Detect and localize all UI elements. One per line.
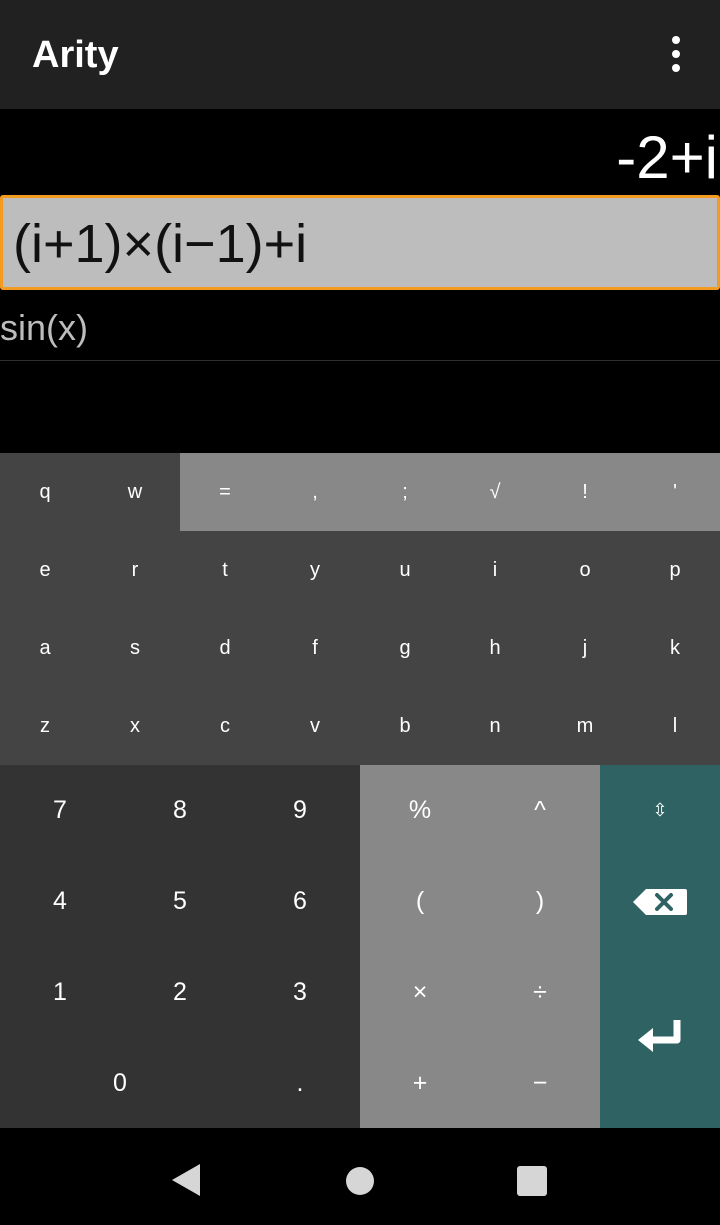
letter-key[interactable]: d (180, 609, 270, 687)
letter-key[interactable]: , (270, 453, 360, 531)
digit-key[interactable]: 1 (0, 947, 120, 1038)
letter-key[interactable]: ' (630, 453, 720, 531)
letter-key[interactable]: c (180, 687, 270, 765)
letter-key[interactable]: e (0, 531, 90, 609)
letter-key[interactable]: = (180, 453, 270, 531)
history-divider (0, 360, 720, 361)
letter-key[interactable]: i (450, 531, 540, 609)
system-navigation-bar (0, 1128, 720, 1225)
enter-key[interactable] (600, 947, 720, 1128)
letter-key[interactable]: q (0, 453, 90, 531)
enter-icon (635, 1018, 685, 1058)
recents-square-icon[interactable] (516, 1165, 548, 1197)
digit-key-zero[interactable]: 0 (0, 1038, 240, 1129)
digit-key[interactable]: 5 (120, 856, 240, 947)
letter-key[interactable]: √ (450, 453, 540, 531)
letter-key[interactable]: ; (360, 453, 450, 531)
letter-key[interactable]: n (450, 687, 540, 765)
letter-keyboard: q w =,; √! ' e r t y u i o p a s d f g h j k z x c v b n m l (0, 453, 720, 765)
digit-key[interactable]: 4 (0, 856, 120, 947)
decimal-point-key[interactable]: . (240, 1038, 360, 1129)
letter-key[interactable]: s (90, 609, 180, 687)
letter-key[interactable]: m (540, 687, 630, 765)
letter-key[interactable]: w (90, 453, 180, 531)
digit-key[interactable]: 6 (240, 856, 360, 947)
app-bar: Arity (0, 0, 720, 109)
shift-key[interactable]: ⇳ (600, 765, 720, 856)
letter-key[interactable]: ! (540, 453, 630, 531)
backspace-key[interactable] (600, 856, 720, 947)
letter-key[interactable]: p (630, 531, 720, 609)
app-title: Arity (32, 34, 119, 76)
digit-key[interactable]: 9 (240, 765, 360, 856)
letter-key[interactable]: g (360, 609, 450, 687)
letter-key[interactable]: h (450, 609, 540, 687)
numeric-keypad: 7 8 9 4 5 6 1 2 3 0.% ^() × ÷ + − ⇳ (0, 765, 720, 1128)
letter-key[interactable]: l (630, 687, 720, 765)
letter-key[interactable]: o (540, 531, 630, 609)
letter-key[interactable]: b (360, 687, 450, 765)
letter-key[interactable]: k (630, 609, 720, 687)
letter-key[interactable]: x (90, 687, 180, 765)
letter-key[interactable]: j (540, 609, 630, 687)
letter-key[interactable]: v (270, 687, 360, 765)
history-item[interactable]: sin(x) (0, 306, 88, 350)
operator-key[interactable]: ( (360, 856, 480, 947)
operator-key[interactable]: × (360, 947, 480, 1038)
letter-key[interactable]: t (180, 531, 270, 609)
letter-key[interactable]: y (270, 531, 360, 609)
more-vert-icon[interactable] (662, 36, 690, 72)
operator-key[interactable]: % (360, 765, 480, 856)
operator-key[interactable]: ÷ (480, 947, 600, 1038)
letter-key[interactable]: r (90, 531, 180, 609)
back-triangle-icon[interactable] (170, 1163, 202, 1197)
letter-key[interactable]: a (0, 609, 90, 687)
digit-key[interactable]: 3 (240, 947, 360, 1038)
expression-text: (i+1)×(i−1)+i (13, 214, 308, 274)
result-display: -2+i (616, 124, 718, 191)
operator-key[interactable]: ^ (480, 765, 600, 856)
operator-key[interactable]: − (480, 1038, 600, 1129)
letter-key[interactable]: f (270, 609, 360, 687)
expression-input[interactable]: (i+1)×(i−1)+i (0, 195, 720, 290)
operator-key[interactable]: ) (480, 856, 600, 947)
digit-key[interactable]: 7 (0, 765, 120, 856)
letter-key[interactable]: z (0, 687, 90, 765)
digit-key[interactable]: 2 (120, 947, 240, 1038)
home-circle-icon[interactable] (345, 1166, 375, 1196)
backspace-icon (631, 887, 689, 917)
digit-key[interactable]: 8 (120, 765, 240, 856)
letter-key[interactable]: u (360, 531, 450, 609)
operator-key[interactable]: + (360, 1038, 480, 1129)
